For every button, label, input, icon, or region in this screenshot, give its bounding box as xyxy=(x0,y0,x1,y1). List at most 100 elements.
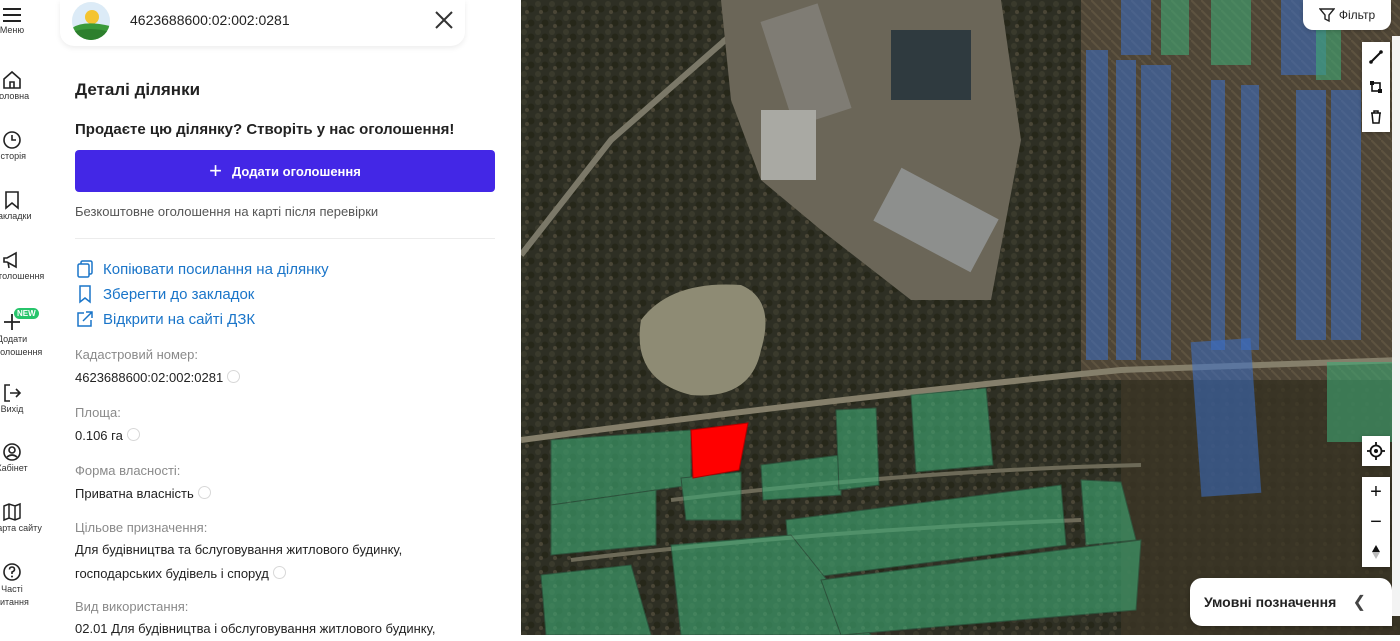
trash-icon xyxy=(1371,110,1381,124)
usage-label: Вид використання: xyxy=(75,599,189,614)
home-icon xyxy=(3,70,21,89)
rail-item-logout[interactable]: Вихід xyxy=(0,383,32,414)
area-value-text: 0.106 га xyxy=(75,428,123,443)
rail-label: Головна xyxy=(0,91,30,101)
user-icon xyxy=(3,443,21,461)
target-icon xyxy=(1367,442,1385,460)
rail-item-cabinet[interactable]: Кабінет xyxy=(0,442,32,473)
rail-item-menu[interactable]: Меню xyxy=(0,6,32,35)
delete-drawing-button[interactable] xyxy=(1362,102,1390,132)
close-icon xyxy=(435,11,453,29)
rail-item-history[interactable]: Історія xyxy=(0,130,32,161)
measure-area-button[interactable] xyxy=(1362,72,1390,102)
cadastral-value-text: 4623688600:02:002:0281 xyxy=(75,370,224,385)
area-value: 0.106 га xyxy=(75,424,495,448)
building xyxy=(891,30,971,100)
parcel-blue[interactable] xyxy=(1086,50,1108,360)
parcel-blue[interactable] xyxy=(1121,0,1151,55)
info-icon xyxy=(126,428,140,441)
parcel-green[interactable] xyxy=(1211,0,1251,65)
rail-label: Додати оголошення xyxy=(0,334,43,357)
rail-label: Часті питання xyxy=(0,584,29,607)
parcel-green[interactable] xyxy=(540,564,652,635)
open-dzk-link[interactable]: Відкрити на сайті ДЗК xyxy=(75,309,255,329)
rail-item-bookmarks[interactable]: Закладки xyxy=(0,190,32,221)
zoom-in-button[interactable]: + xyxy=(1362,477,1390,507)
rail-item-add-ad[interactable]: NEW Додати оголошення xyxy=(0,308,43,359)
selected-parcel[interactable] xyxy=(690,422,749,479)
copy-link[interactable]: Копіювати посилання на ділянку xyxy=(75,259,329,279)
site-logo xyxy=(72,2,110,40)
north-arrow-icon xyxy=(1372,545,1380,559)
parcel-blue[interactable] xyxy=(1211,80,1225,350)
save-bookmark-label: Зберегти до закладок xyxy=(103,285,255,303)
parcel-blue[interactable] xyxy=(1296,90,1326,340)
ownership-value-text: Приватна власність xyxy=(75,486,194,501)
parcel-green[interactable] xyxy=(910,387,994,473)
free-listing-note: Безкоштовне оголошення на карті після пе… xyxy=(75,204,379,219)
info-icon xyxy=(227,370,241,383)
nav-rail: Меню Головна Історія Закладки Оголошення… xyxy=(0,0,52,635)
rail-item-sitemap[interactable]: Карта сайту xyxy=(0,502,42,533)
header-cadastral-number: 4623688600:02:002:0281 xyxy=(130,12,290,28)
purpose-value: Для будівництва та бслуговування житлово… xyxy=(75,538,495,586)
rail-item-faq[interactable]: Часті питання xyxy=(0,562,32,609)
usage-value: 02.01 Для будівництва і обслуговування ж… xyxy=(75,621,436,636)
history-icon xyxy=(3,131,21,149)
plus-icon: + xyxy=(1370,480,1382,503)
rail-item-home[interactable]: Головна xyxy=(0,70,32,101)
rail-label: Вихід xyxy=(0,404,24,414)
plus-icon: + xyxy=(209,158,223,183)
new-badge: NEW xyxy=(14,308,39,319)
save-bookmark-link[interactable]: Зберегти до закладок xyxy=(75,284,254,304)
building xyxy=(761,110,816,180)
close-button[interactable] xyxy=(432,8,456,32)
map-icon xyxy=(3,502,21,522)
rail-label: Оголошення xyxy=(0,271,45,281)
rail-label: Карта сайту xyxy=(0,523,42,533)
purpose-value-line-2-wrap: господарських будівель і споруд xyxy=(75,562,495,586)
cadastral-value: 4623688600:02:002:0281 xyxy=(75,366,495,390)
megaphone-icon xyxy=(3,251,17,269)
chevron-left-icon: ❮ xyxy=(1352,594,1366,611)
parcel-blue[interactable] xyxy=(1241,85,1259,350)
open-dzk-label: Відкрити на сайті ДЗК xyxy=(103,310,256,328)
legend-button[interactable]: Умовні позначення ❮ xyxy=(1190,578,1392,626)
zoom-out-button[interactable]: − xyxy=(1362,507,1390,537)
info-icon xyxy=(272,566,286,579)
parcel-green[interactable] xyxy=(1327,362,1400,442)
compass-button[interactable] xyxy=(1362,537,1390,567)
rail-item-ads[interactable]: Оголошення xyxy=(0,250,45,281)
bookmark-icon xyxy=(5,191,19,210)
minus-icon: − xyxy=(1370,510,1382,533)
parcel-blue[interactable] xyxy=(1116,60,1136,360)
parcel-blue[interactable] xyxy=(1141,65,1171,360)
rail-label: Історія xyxy=(0,151,26,161)
geolocate-button[interactable] xyxy=(1362,436,1390,466)
legend-label: Умовні позначення xyxy=(1204,594,1337,610)
divider xyxy=(75,238,495,239)
parcel-green[interactable] xyxy=(835,407,880,491)
filter-button[interactable]: Фільтр xyxy=(1303,0,1391,30)
map-canvas[interactable] xyxy=(521,0,1400,635)
copy-link-label: Копіювати посилання на ділянку xyxy=(103,260,329,278)
parcel-blue[interactable] xyxy=(1190,338,1262,497)
bookmark-icon xyxy=(79,285,91,304)
scrollbar[interactable] xyxy=(1392,36,1400,616)
menu-icon xyxy=(3,8,21,22)
measure-line-button[interactable] xyxy=(1362,42,1390,72)
cadastral-label: Кадастровий номер: xyxy=(75,347,198,362)
parcel-green[interactable] xyxy=(1161,0,1189,55)
purpose-value-line-2: господарських будівель і споруд xyxy=(75,566,269,581)
info-icon xyxy=(197,486,211,499)
promo-text: Продаєте цю ділянку? Створіть у нас огол… xyxy=(75,121,455,138)
add-listing-button[interactable]: + Додати оголошення xyxy=(75,150,495,192)
parcel-green[interactable] xyxy=(680,471,742,521)
help-icon xyxy=(3,563,21,581)
satellite-map[interactable] xyxy=(521,0,1400,635)
map-draw-tools xyxy=(1362,42,1390,132)
rail-label: Закладки xyxy=(0,211,32,221)
filter-label: Фільтр xyxy=(1338,8,1376,22)
external-link-icon xyxy=(77,311,93,327)
parcel-blue[interactable] xyxy=(1331,90,1361,340)
